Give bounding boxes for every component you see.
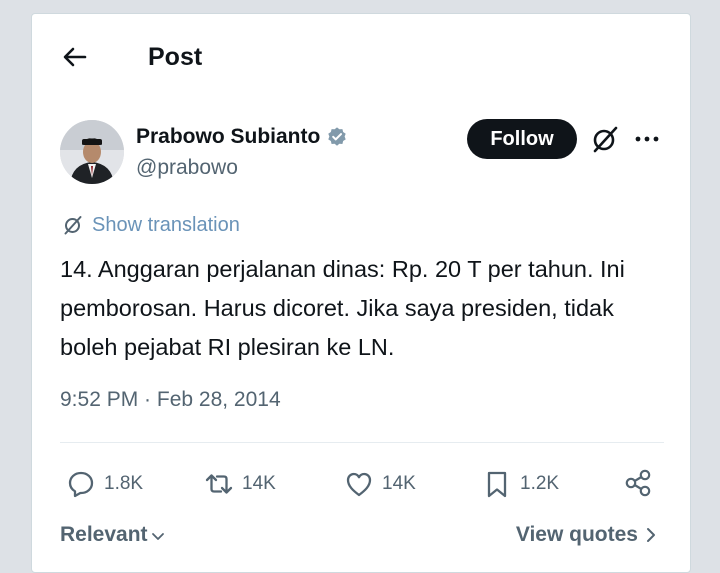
share-button[interactable] [622,467,654,499]
reply-count: 1.8K [104,473,144,494]
show-translation-link[interactable]: Show translation [62,212,240,238]
repost-count: 14K [242,473,276,494]
repost-button[interactable]: 14K [204,468,276,500]
bookmark-icon [487,471,507,498]
chevron-right-icon [647,528,655,542]
sort-dropdown[interactable]: Relevant [60,520,166,550]
bookmark-button[interactable]: 1.2K [482,468,559,500]
post-header: Post [32,14,690,102]
page-title: Post [148,43,203,71]
tweet-text: 14. Anggaran perjalanan dinas: Rp. 20 T … [60,256,625,360]
reply-button[interactable]: 1.8K [66,468,143,500]
author-name[interactable]: Prabowo Subianto [136,125,320,149]
avatar-image [60,120,124,184]
view-quotes-link[interactable]: View quotes [516,520,658,550]
grok-slash-icon [593,126,618,153]
grok-slash-icon [64,216,82,235]
chevron-down-icon [151,533,164,540]
grok-button[interactable] [589,123,621,155]
repost-icon [205,474,233,494]
like-button[interactable]: 14K [344,468,416,500]
more-horizontal-icon [635,136,659,142]
reply-icon [68,471,94,498]
bookmark-count: 1.2K [520,473,560,494]
more-options-button[interactable] [632,126,662,152]
like-count: 14K [382,473,416,494]
author-handle[interactable]: @prabowo [136,156,238,180]
avatar[interactable] [60,120,124,184]
post-card: Post Prabowo Subianto @prabowo Follow Sh… [31,13,691,573]
show-translation-label[interactable]: Show translation [92,214,240,237]
heart-icon [346,472,372,497]
sort-label: Relevant [60,523,148,546]
author-name-row[interactable]: Prabowo Subianto [136,122,348,152]
back-button[interactable] [60,42,90,72]
divider [60,442,664,443]
verified-badge-icon [328,127,347,146]
view-quotes-label: View quotes [515,523,638,546]
tweet-timestamp[interactable]: 9:52 PM · Feb 28, 2014 [60,388,281,412]
arrow-left-icon [63,47,87,67]
follow-button[interactable]: Follow [467,119,577,159]
share-icon [625,469,651,497]
